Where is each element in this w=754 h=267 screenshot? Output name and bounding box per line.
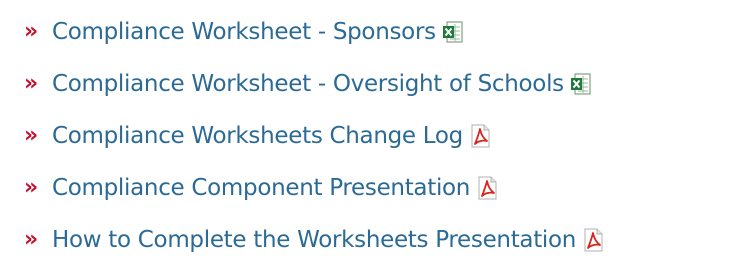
link-compliance-component-presentation[interactable]: Compliance Component Presentation <box>52 176 470 200</box>
double-chevron-icon: » <box>24 227 38 252</box>
double-chevron-icon: » <box>24 71 38 96</box>
pdf-icon[interactable] <box>476 176 498 200</box>
link-compliance-worksheet-oversight[interactable]: Compliance Worksheet - Oversight of Scho… <box>52 72 564 96</box>
list-item: » Compliance Worksheet - Oversight of Sc… <box>24 58 604 110</box>
link-compliance-worksheet-sponsors[interactable]: Compliance Worksheet - Sponsors <box>52 20 436 44</box>
list-item: » Compliance Worksheet - Sponsors <box>24 6 604 58</box>
list-item: » Compliance Worksheets Change Log <box>24 110 604 162</box>
excel-icon[interactable] <box>442 20 464 44</box>
list-item: » How to Complete the Worksheets Present… <box>24 214 604 266</box>
link-how-to-complete-worksheets-presentation[interactable]: How to Complete the Worksheets Presentat… <box>52 228 576 252</box>
double-chevron-icon: » <box>24 123 38 148</box>
double-chevron-icon: » <box>24 175 38 200</box>
excel-icon[interactable] <box>570 72 592 96</box>
link-compliance-worksheets-change-log[interactable]: Compliance Worksheets Change Log <box>52 124 463 148</box>
pdf-icon[interactable] <box>469 124 491 148</box>
document-link-list: » Compliance Worksheet - Sponsors » Comp… <box>24 6 604 266</box>
pdf-icon[interactable] <box>582 228 604 252</box>
list-item: » Compliance Component Presentation <box>24 162 604 214</box>
double-chevron-icon: » <box>24 19 38 44</box>
